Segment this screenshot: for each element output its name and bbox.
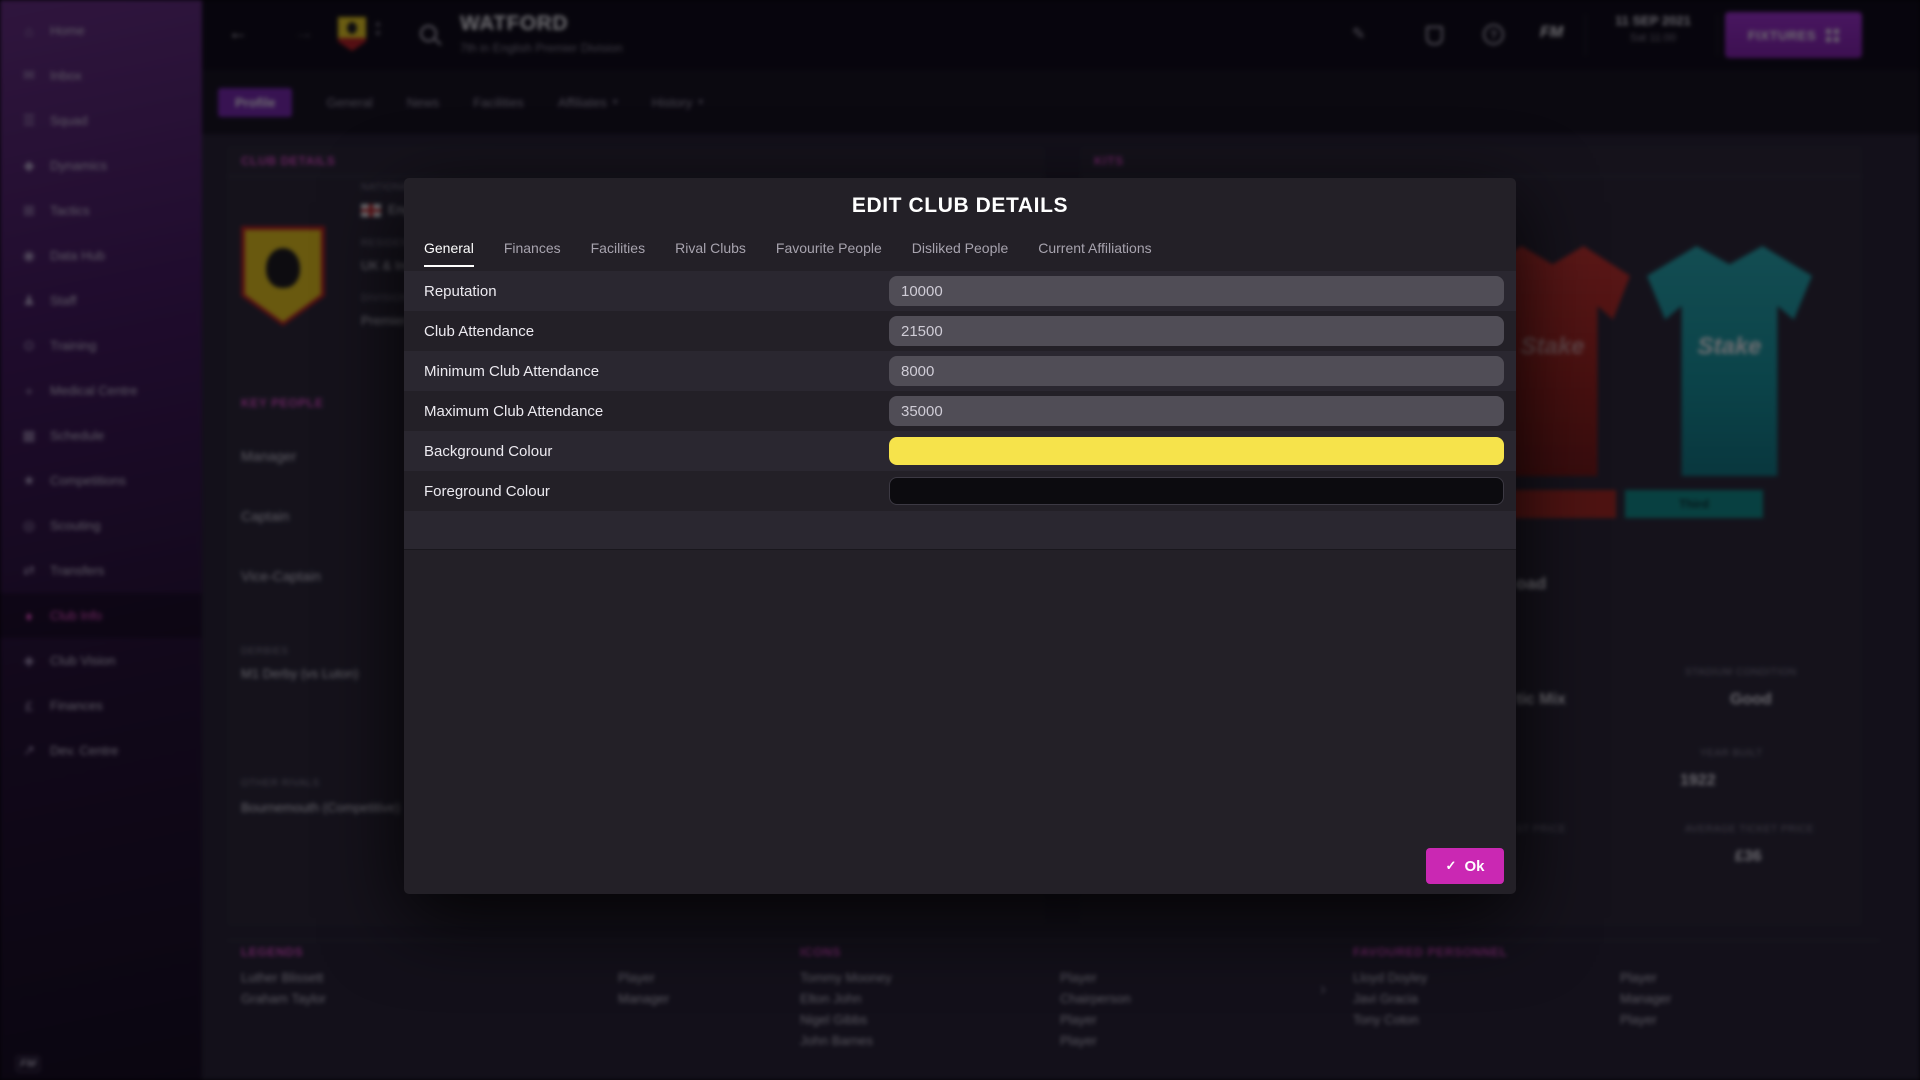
edit-club-details-dialog: EDIT CLUB DETAILS General Finances Facil… [404,178,1516,894]
background-colour-label: Background Colour [424,442,553,460]
dialog-form: Reputation Club Attendance Minimum Club … [404,271,1516,550]
background-colour-swatch[interactable] [889,437,1504,465]
ok-button[interactable]: ✓ Ok [1426,848,1504,884]
dialog-tab-current-affiliations[interactable]: Current Affiliations [1038,236,1151,267]
form-row-empty [404,511,1516,550]
minimum-club-attendance-label: Minimum Club Attendance [424,362,600,380]
maximum-club-attendance-input[interactable] [889,396,1504,426]
club-attendance-label: Club Attendance [424,322,535,340]
form-row: Maximum Club Attendance [404,391,1516,431]
club-attendance-input[interactable] [889,316,1504,346]
form-row: Foreground Colour [404,471,1516,511]
dialog-title: EDIT CLUB DETAILS [851,194,1069,217]
form-row: Club Attendance [404,311,1516,351]
form-row: Minimum Club Attendance [404,351,1516,391]
dialog-tab-bar: General Finances Facilities Rival Clubs … [404,236,1516,267]
minimum-club-attendance-input[interactable] [889,356,1504,386]
ok-button-label: Ok [1464,857,1485,875]
dialog-tab-disliked-people[interactable]: Disliked People [912,236,1009,267]
dialog-tab-favourite-people[interactable]: Favourite People [776,236,882,267]
dialog-tab-general[interactable]: General [424,236,474,267]
reputation-label: Reputation [424,282,497,300]
form-row: Reputation [404,271,1516,311]
maximum-club-attendance-label: Maximum Club Attendance [424,402,604,420]
check-icon: ✓ [1445,858,1457,873]
dialog-tab-finances[interactable]: Finances [504,236,561,267]
foreground-colour-swatch[interactable] [889,477,1504,505]
foreground-colour-label: Foreground Colour [424,482,550,500]
dialog-tab-facilities[interactable]: Facilities [591,236,645,267]
dialog-tab-rival-clubs[interactable]: Rival Clubs [675,236,746,267]
form-row: Background Colour [404,431,1516,471]
reputation-input[interactable] [889,276,1504,306]
